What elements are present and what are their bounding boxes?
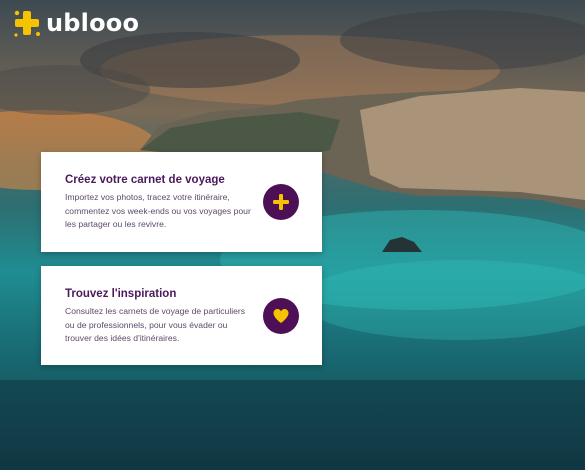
brand-name: ublooo [46,9,140,37]
card-description: Consultez les carnets de voyage de parti… [65,306,246,343]
find-inspiration-button[interactable] [263,298,299,334]
card-title: Trouvez l'inspiration [65,288,177,300]
card-description: Importez vos photos, tracez votre itinér… [65,192,251,229]
create-travel-journal-card[interactable]: Créez votre carnet de voyage Importez vo… [41,152,322,252]
heart-icon [273,309,289,323]
logo-plus-icon [14,10,40,37]
logo[interactable]: ublooo [10,6,139,40]
create-journal-button[interactable] [263,184,299,220]
card-title: Créez votre carnet de voyage [65,174,225,186]
find-inspiration-card[interactable]: Trouvez l'inspiration Consultez les carn… [41,266,322,365]
plus-icon [273,194,289,210]
